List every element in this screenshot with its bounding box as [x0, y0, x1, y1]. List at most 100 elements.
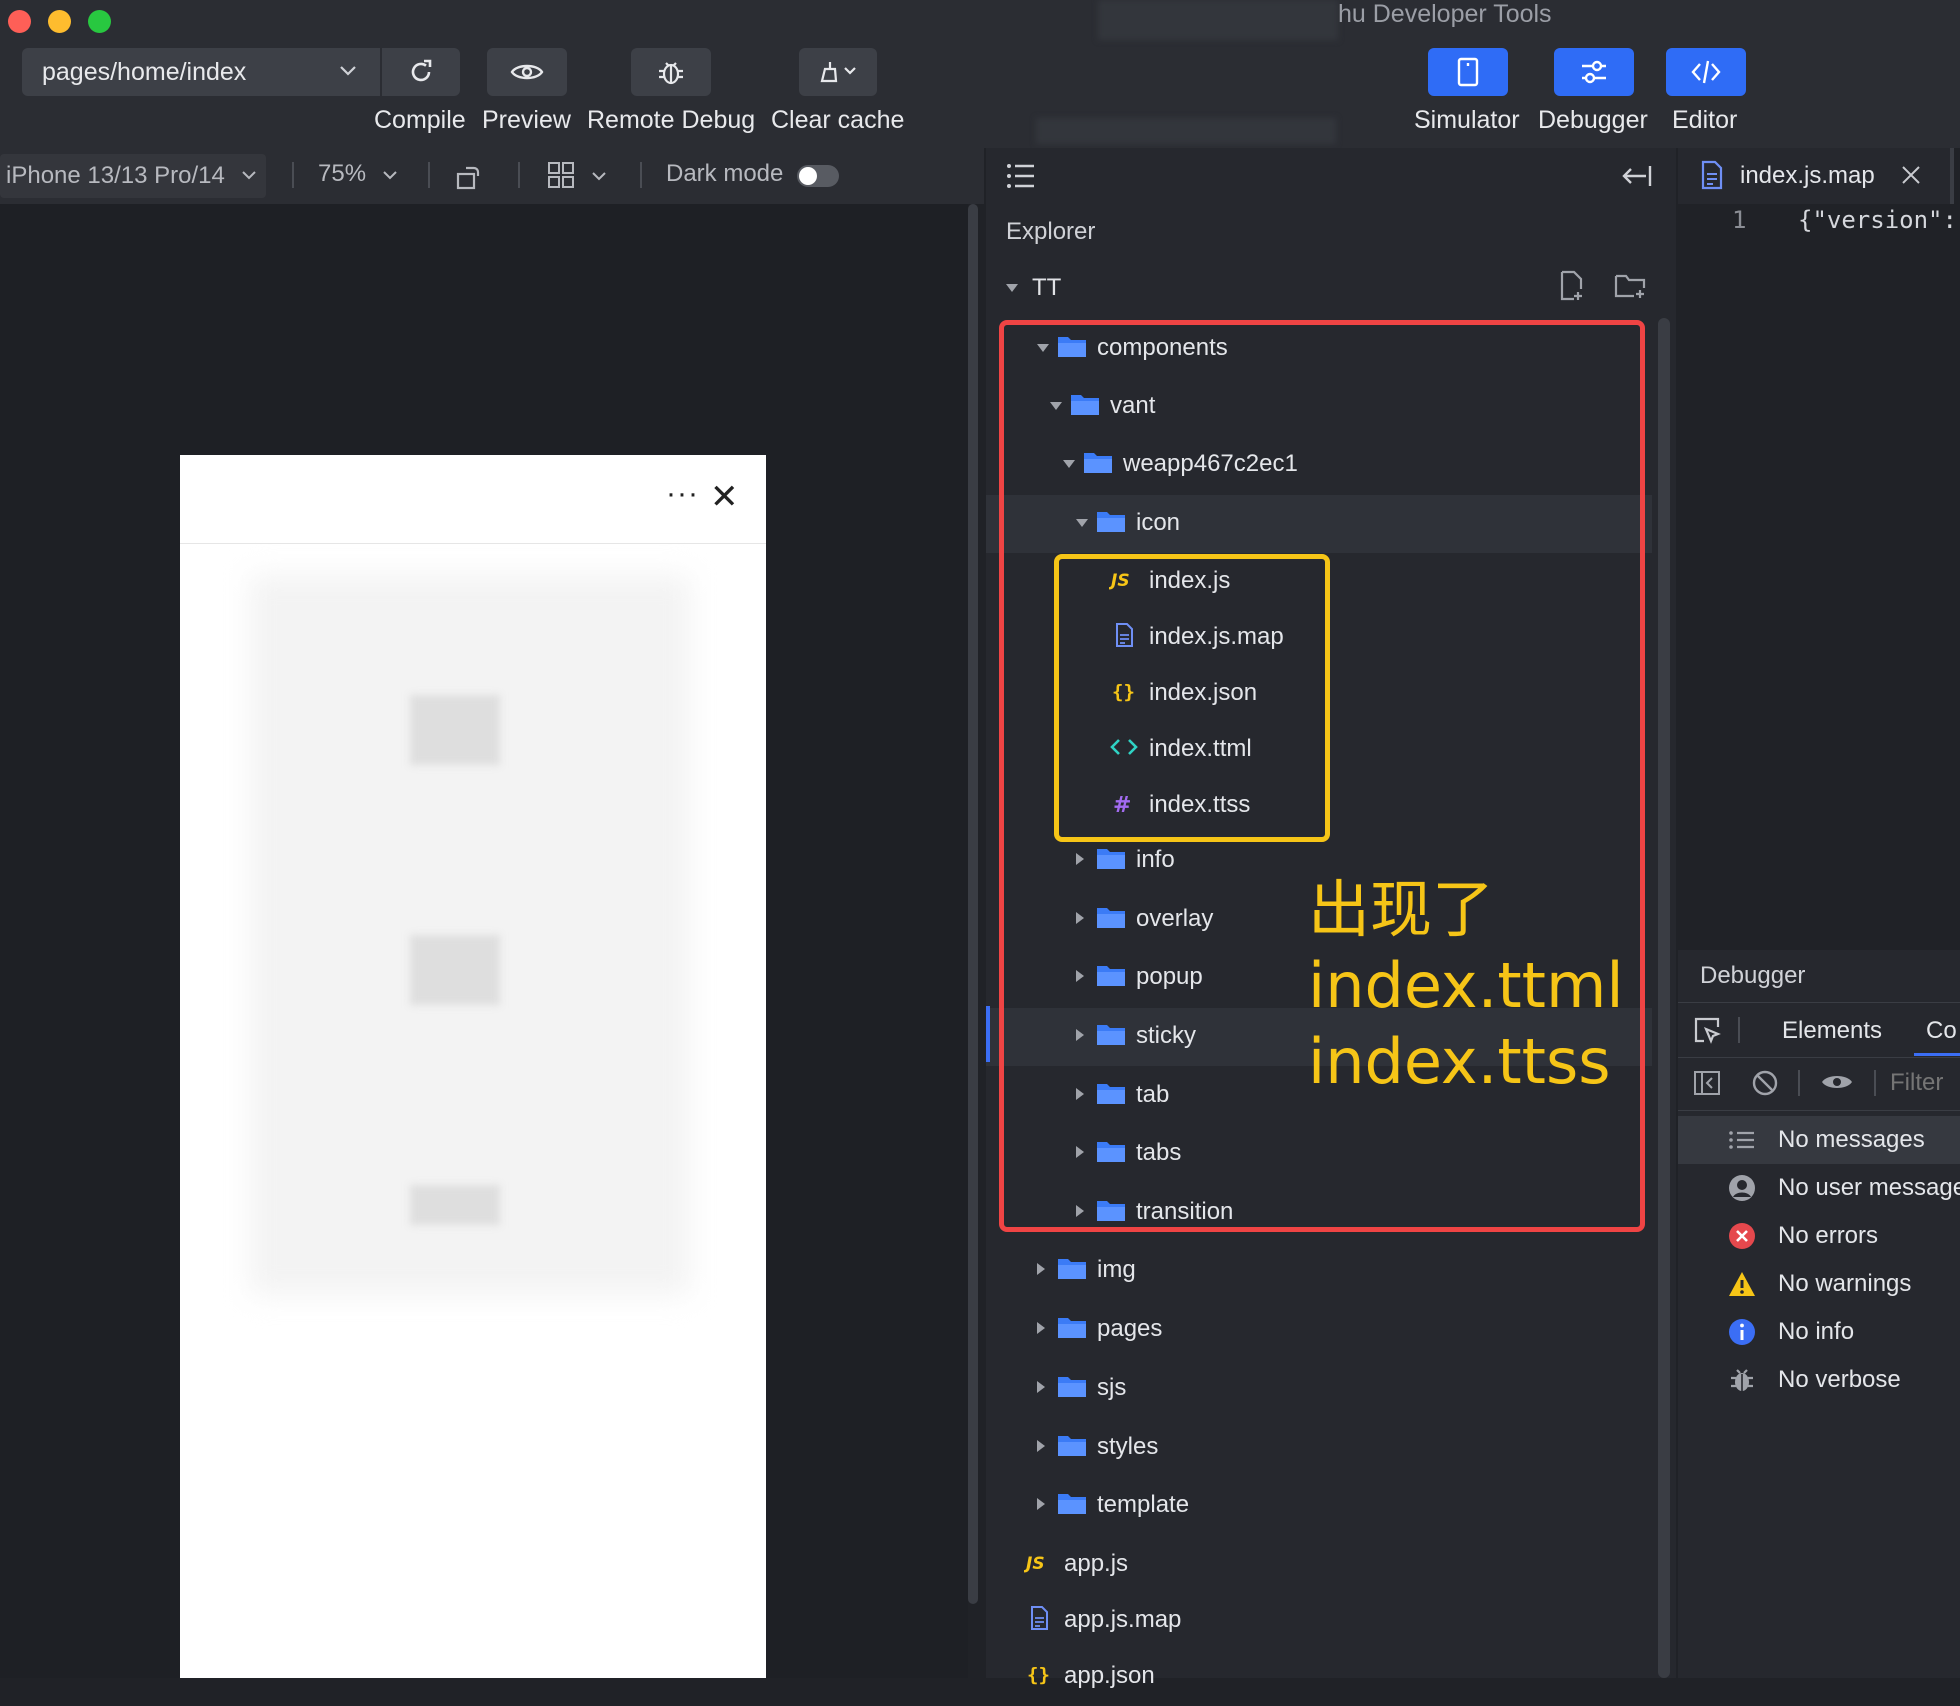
toggle-knob [799, 167, 817, 185]
tree-folder[interactable]: template [986, 1477, 1652, 1535]
collapse-arrow-icon[interactable] [1037, 1440, 1045, 1452]
device-select[interactable]: iPhone 13/13 Pro/14 [0, 154, 266, 198]
tree-item-label: img [1097, 1256, 1136, 1283]
page-path-select[interactable]: pages/home/index [22, 48, 380, 96]
editor-panel: index.js.map 1 {"version": [1678, 148, 1960, 950]
divider [1874, 1070, 1876, 1096]
close-tab-icon[interactable] [1900, 164, 1922, 186]
close-icon[interactable]: ✕ [710, 477, 739, 517]
explorer-scrollbar[interactable] [1658, 318, 1670, 1678]
folder-icon [1057, 1491, 1087, 1515]
chevron-down-icon [340, 66, 356, 76]
rotate-icon[interactable] [454, 162, 484, 192]
new-file-icon[interactable] [1558, 270, 1586, 302]
bug-icon [659, 62, 683, 85]
annotation-line-1: 出现了 [1308, 873, 1495, 946]
tree-folder[interactable]: sjs [986, 1360, 1652, 1418]
blurred-image [410, 935, 500, 1005]
tree-folder[interactable]: img [986, 1242, 1652, 1300]
tree-folder[interactable]: pages [986, 1301, 1652, 1359]
device-value: iPhone 13/13 Pro/14 [6, 162, 225, 189]
divider [1738, 1017, 1740, 1043]
divider [1798, 1070, 1800, 1096]
console-filter-row[interactable]: No user message [1678, 1164, 1960, 1212]
collapse-panel-icon[interactable] [1620, 162, 1652, 190]
eye-icon[interactable] [1820, 1070, 1854, 1094]
console-filter-row[interactable]: No messages [1678, 1116, 1960, 1164]
clear-console-icon[interactable] [1750, 1068, 1780, 1098]
console-filter-row[interactable]: No errors [1678, 1212, 1960, 1260]
tab-elements[interactable]: Elements [1782, 1017, 1882, 1045]
error-icon [1728, 1222, 1756, 1250]
compile-label: Compile [374, 106, 466, 134]
debugger-label: Debugger [1538, 106, 1648, 134]
divider [428, 162, 430, 188]
chevron-down-icon [242, 171, 256, 180]
broom-icon [820, 62, 856, 83]
remote-debug-label: Remote Debug [587, 106, 756, 134]
console-filter-row[interactable]: No warnings [1678, 1260, 1960, 1308]
tree-file[interactable]: JS app.js [986, 1536, 1652, 1594]
map-file-icon [1024, 1606, 1054, 1630]
filter-input[interactable] [1888, 1064, 1960, 1102]
simulator-toggle-button[interactable] [1428, 48, 1508, 96]
editor-toggle-button[interactable] [1666, 48, 1746, 96]
editor-tab[interactable]: index.js.map [1678, 148, 1950, 204]
console-filter-row[interactable]: No verbose [1678, 1356, 1960, 1404]
console-filter-row[interactable]: No info [1678, 1308, 1960, 1356]
bug-icon [1728, 1366, 1756, 1394]
sidebar-icon[interactable] [1692, 1068, 1722, 1098]
divider [292, 162, 294, 188]
blurred-title-fragment [1098, 0, 1338, 40]
line-number: 1 [1732, 206, 1747, 234]
inspect-icon[interactable] [1692, 1015, 1722, 1045]
clear-cache-label: Clear cache [771, 106, 905, 134]
tree-item-label: template [1097, 1491, 1190, 1518]
dark-mode-label: Dark mode [666, 160, 784, 187]
debugger-toggle-button[interactable] [1554, 48, 1634, 96]
new-folder-icon[interactable] [1614, 272, 1648, 300]
list-icon [1728, 1126, 1756, 1154]
tab-console[interactable]: Co [1926, 1017, 1957, 1045]
zoom-value: 75% [318, 160, 367, 187]
map-file-icon [1701, 160, 1723, 190]
collapse-arrow-icon[interactable] [1037, 1322, 1045, 1334]
annotation-line-3: index.ttss [1308, 1025, 1611, 1098]
phone-nav-bar: ··· ✕ [180, 455, 766, 544]
grid-icon[interactable] [546, 160, 576, 190]
editor-tab-label: index.js.map [1740, 162, 1875, 189]
clear-cache-button[interactable] [799, 48, 877, 96]
zoom-select[interactable]: 75% [318, 160, 399, 188]
editor-label: Editor [1672, 106, 1738, 134]
minimize-window-button[interactable] [48, 10, 71, 33]
page-path-value: pages/home/index [42, 57, 247, 86]
code-line[interactable]: {"version": [1798, 206, 1957, 234]
divider [518, 162, 520, 188]
refresh-icon [411, 59, 432, 82]
list-icon[interactable] [1006, 162, 1036, 190]
tree-item-label: pages [1097, 1315, 1163, 1342]
compile-button[interactable] [382, 48, 460, 96]
dark-mode-toggle[interactable] [797, 165, 839, 187]
phone-screen: ··· ✕ [180, 455, 766, 1678]
tree-file[interactable]: {} app.json [986, 1648, 1652, 1706]
annotation-text: 出现了 index.ttml index.ttss [1308, 872, 1624, 1100]
collapse-arrow-icon[interactable] [1037, 1498, 1045, 1510]
simulator-scrollbar[interactable] [968, 204, 978, 1604]
tree-folder[interactable]: styles [986, 1419, 1652, 1477]
chevron-down-icon[interactable] [590, 167, 608, 185]
svg-text:{}: {} [1027, 1664, 1050, 1686]
remote-debug-button[interactable] [631, 48, 711, 96]
zoom-window-button[interactable] [88, 10, 111, 33]
more-icon[interactable]: ··· [666, 477, 699, 511]
expand-arrow-icon[interactable] [1006, 284, 1018, 292]
tree-file[interactable]: app.js.map [986, 1592, 1652, 1650]
project-root-label: TT [1032, 274, 1062, 301]
tab-divider [1950, 148, 1954, 204]
close-window-button[interactable] [8, 10, 31, 33]
debugger-panel: Debugger Elements Co No messages No user … [1678, 950, 1960, 1678]
collapse-arrow-icon[interactable] [1037, 1263, 1045, 1275]
js-file-icon: JS [1023, 1550, 1054, 1574]
preview-button[interactable] [487, 48, 567, 96]
collapse-arrow-icon[interactable] [1037, 1381, 1045, 1393]
